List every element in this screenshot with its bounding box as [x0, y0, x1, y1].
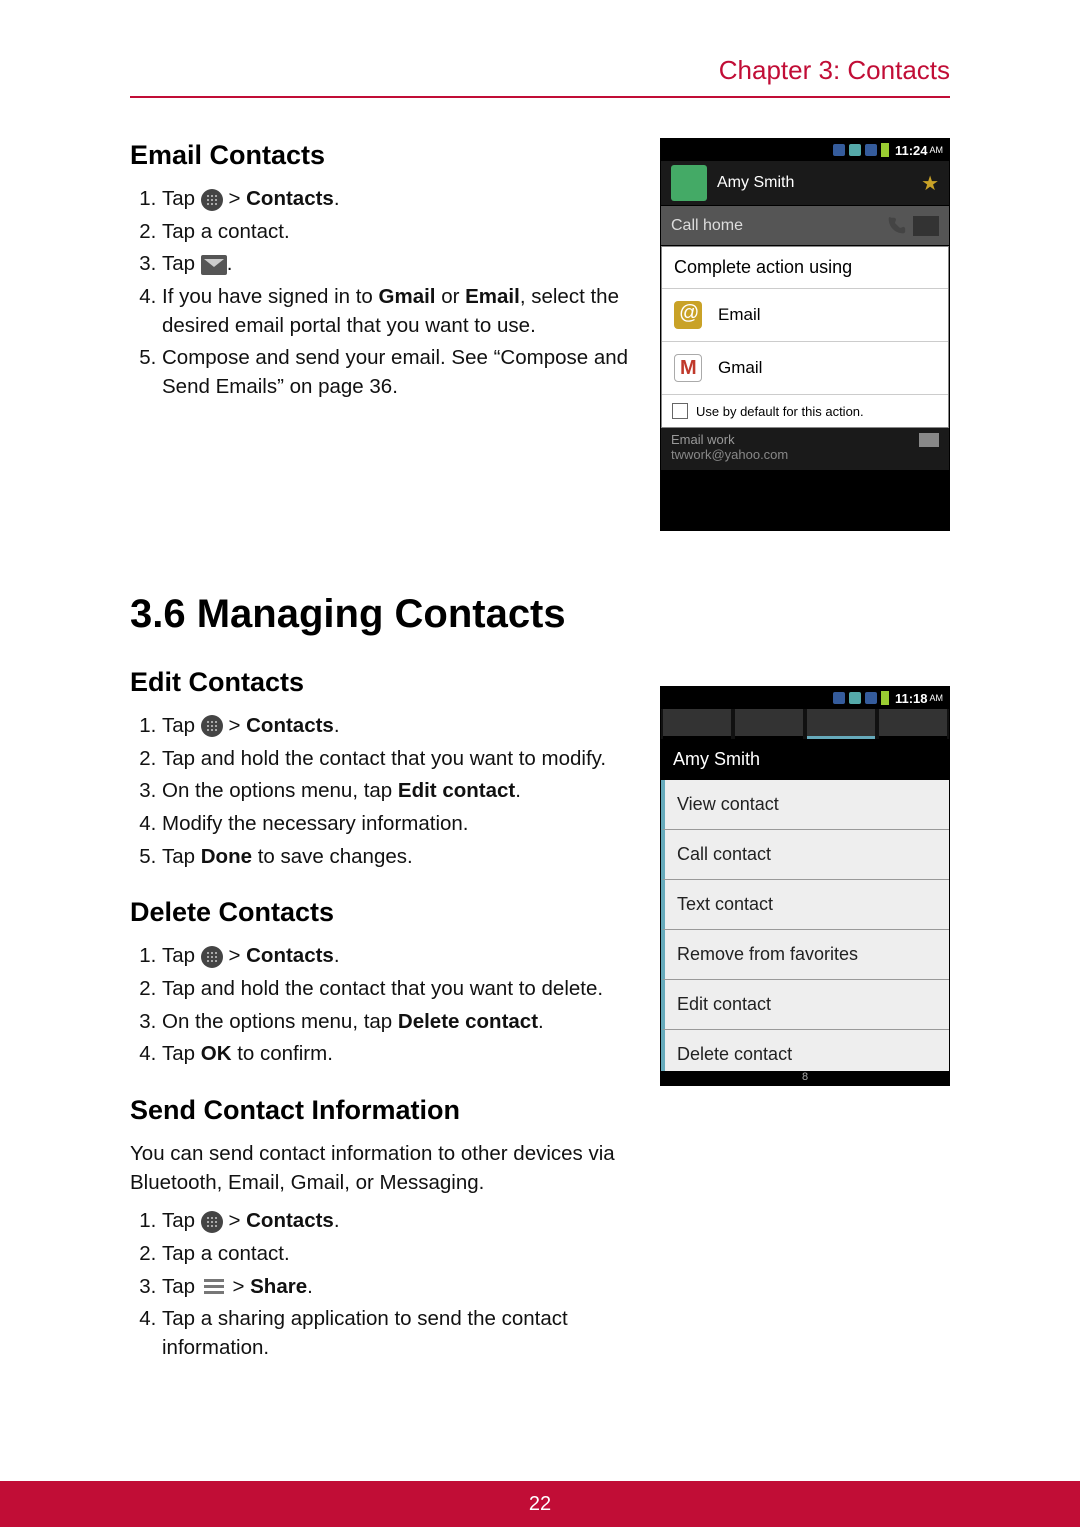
apps-icon [201, 946, 223, 968]
step: Tap . [162, 250, 635, 279]
step: Compose and send your email. See “Compos… [162, 344, 635, 401]
step: Tap a contact. [162, 1240, 635, 1269]
page-footer: 22 [0, 1481, 1080, 1527]
battery-icon [881, 691, 889, 705]
tab[interactable] [663, 709, 731, 739]
action-dialog: Complete action using Email Gmail Use by… [661, 246, 949, 428]
step: Tap > Share. [162, 1273, 635, 1302]
clock: 11:18 [895, 691, 928, 706]
main-content: Email Contacts Tap > Contacts. Tap a con… [130, 138, 660, 1367]
status-bar: 11:18AM [661, 687, 949, 709]
step: Tap > Contacts. [162, 712, 635, 741]
menu-edit-contact[interactable]: Edit contact [661, 980, 949, 1030]
managing-contacts-heading: 3.6 Managing Contacts [130, 592, 635, 637]
apps-icon [201, 715, 223, 737]
signal-icon [833, 692, 845, 704]
wifi-icon [849, 692, 861, 704]
dialog-option-gmail[interactable]: Gmail [662, 342, 948, 395]
mail-icon [201, 255, 227, 275]
step: If you have signed in to Gmail or Email,… [162, 283, 635, 340]
send-contact-intro: You can send contact information to othe… [130, 1140, 635, 1197]
battery-icon [881, 143, 889, 157]
apps-icon [201, 1211, 223, 1233]
screenshot-context-menu: 11:18AM Amy Smith View contact Call cont… [660, 686, 950, 1086]
step: Tap Done to save changes. [162, 843, 635, 872]
tab-active[interactable] [807, 709, 875, 739]
email-contacts-heading: Email Contacts [130, 140, 635, 171]
menu-view-contact[interactable]: View contact [661, 780, 949, 830]
delete-contacts-steps: Tap > Contacts. Tap and hold the contact… [130, 942, 635, 1069]
step: Tap > Contacts. [162, 942, 635, 971]
dialog-option-email[interactable]: Email [662, 289, 948, 342]
sms-icon [913, 216, 939, 236]
page-header: Chapter 3: Contacts [130, 55, 950, 98]
tab-bar [661, 709, 949, 739]
menu-remove-favorites[interactable]: Remove from favorites [661, 930, 949, 980]
contact-header: Amy Smith ★ [661, 161, 949, 206]
step: Tap a contact. [162, 218, 635, 247]
network-icon [865, 692, 877, 704]
edit-contacts-steps: Tap > Contacts. Tap and hold the contact… [130, 712, 635, 871]
signal-icon [833, 144, 845, 156]
send-contact-heading: Send Contact Information [130, 1095, 635, 1126]
screenshot-email-dialog: 11:24AM Amy Smith ★ Call home Complete a… [660, 138, 950, 531]
screenshots-column: 11:24AM Amy Smith ★ Call home Complete a… [660, 138, 950, 1367]
step: Tap a sharing application to send the co… [162, 1305, 635, 1362]
edit-contacts-heading: Edit Contacts [130, 667, 635, 698]
chapter-title: Chapter 3: Contacts [719, 55, 950, 85]
step: On the options menu, tap Delete contact. [162, 1008, 635, 1037]
page-indicator: 8 [661, 1071, 949, 1085]
status-bar: 11:24AM [661, 139, 949, 161]
step: Tap > Contacts. [162, 1207, 635, 1236]
wifi-icon [849, 144, 861, 156]
call-home-row: Call home [661, 206, 949, 246]
delete-contacts-heading: Delete Contacts [130, 897, 635, 928]
dimmed-email-row: Email work twwork@yahoo.com [661, 428, 949, 470]
avatar [671, 165, 707, 201]
dialog-title: Complete action using [662, 247, 948, 289]
step: On the options menu, tap Edit contact. [162, 777, 635, 806]
menu-icon [201, 1278, 227, 1296]
default-checkbox-row[interactable]: Use by default for this action. [662, 395, 948, 427]
menu-call-contact[interactable]: Call contact [661, 830, 949, 880]
tab[interactable] [735, 709, 803, 739]
step: Tap > Contacts. [162, 185, 635, 214]
email-contacts-steps: Tap > Contacts. Tap a contact. Tap . If … [130, 185, 635, 402]
clock: 11:24 [895, 143, 928, 158]
envelope-icon [919, 433, 939, 447]
phone-icon [885, 215, 907, 237]
tab[interactable] [879, 709, 947, 739]
apps-icon [201, 189, 223, 211]
page-number: 22 [529, 1493, 551, 1515]
network-icon [865, 144, 877, 156]
menu-delete-contact[interactable]: Delete contact [661, 1030, 949, 1071]
step: Tap and hold the contact that you want t… [162, 745, 635, 774]
contact-name: Amy Smith [717, 174, 794, 192]
checkbox-icon[interactable] [672, 403, 688, 419]
call-label: Call home [671, 217, 743, 235]
step: Modify the necessary information. [162, 810, 635, 839]
step: Tap and hold the contact that you want t… [162, 975, 635, 1004]
menu-title: Amy Smith [661, 739, 949, 780]
favorite-star-icon: ★ [921, 171, 939, 196]
email-app-icon [674, 301, 702, 329]
menu-text-contact[interactable]: Text contact [661, 880, 949, 930]
step: Tap OK to confirm. [162, 1040, 635, 1069]
send-contact-steps: Tap > Contacts. Tap a contact. Tap > Sha… [130, 1207, 635, 1362]
gmail-app-icon [674, 354, 702, 382]
